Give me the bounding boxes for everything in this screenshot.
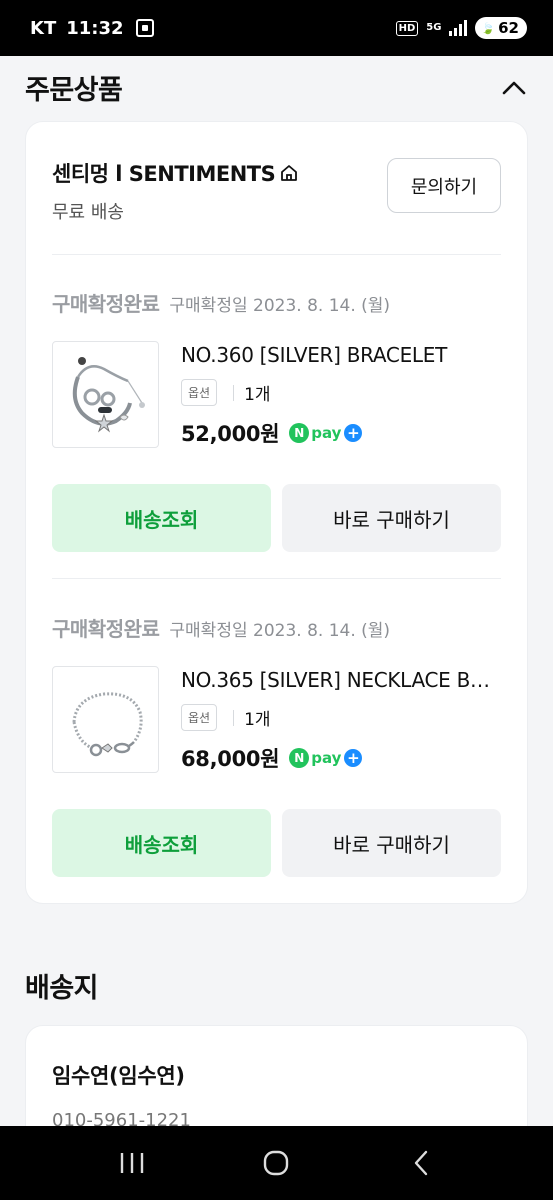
delivery-header: 배송지 — [25, 966, 528, 1005]
store-home-icon — [281, 165, 298, 181]
npay-label: pay — [311, 424, 342, 442]
product-thumbnail[interactable] — [52, 341, 159, 448]
buy-now-button[interactable]: 바로 구매하기 — [282, 484, 501, 552]
price-row: 68,000원 N pay + — [181, 743, 501, 773]
necklace-bracelet-image — [72, 691, 143, 756]
buy-now-button[interactable]: 바로 구매하기 — [282, 809, 501, 877]
quantity: 1개 — [244, 710, 271, 730]
price-row: 52,000원 N pay + — [181, 418, 501, 448]
track-delivery-button[interactable]: 배송조회 — [52, 484, 271, 552]
option-badge: 옵션 — [181, 704, 218, 731]
signal-icon — [449, 20, 468, 36]
separator — [233, 709, 235, 726]
back-button[interactable] — [401, 1143, 441, 1183]
confirm-date: 구매확정일 2023. 8. 14. (월) — [169, 621, 391, 641]
npay-label: pay — [311, 749, 342, 767]
order-status-line: 구매확정완료 구매확정일 2023. 8. 14. (월) — [52, 613, 501, 642]
delivery-title: 배송지 — [25, 973, 99, 1004]
price: 68,000원 — [181, 747, 280, 771]
product-info: NO.360 [SILVER] BRACELET 옵션 1개 52,000원 N… — [181, 341, 501, 448]
plus-icon: + — [344, 749, 363, 767]
delivery-card: 임수연(임수연) 010-5961-1221 — [25, 1025, 528, 1126]
order-status: 구매확정완료 — [52, 292, 160, 316]
inquiry-button[interactable]: 문의하기 — [387, 158, 501, 213]
option-badge: 옵션 — [181, 379, 218, 406]
recent-apps-button[interactable] — [112, 1143, 152, 1183]
chevron-up-icon — [502, 81, 526, 94]
order-items-title: 주문상품 — [25, 75, 123, 106]
screenshot-icon — [135, 19, 154, 37]
order-actions: 배송조회 바로 구매하기 — [52, 809, 501, 877]
order-status: 구매확정완료 — [52, 617, 160, 641]
network-type-icon: 5G — [426, 22, 442, 33]
option-row: 옵션 1개 — [181, 379, 501, 406]
product-row[interactable]: NO.360 [SILVER] BRACELET 옵션 1개 52,000원 N… — [52, 341, 501, 448]
divider — [52, 254, 501, 255]
seller-name: 센티멍 l SENTIMENTS — [52, 162, 276, 186]
collapse-button[interactable] — [500, 74, 528, 102]
order-actions: 배송조회 바로 구매하기 — [52, 484, 501, 552]
status-bar: KT 11:32 HD 5G 🍃 62 — [0, 0, 553, 56]
shipping-fee-note: 무료 배송 — [52, 202, 124, 223]
npay-n-icon: N — [289, 748, 310, 768]
product-info: NO.365 [SILVER] NECKLACE BRACELET 옵션 1개 … — [181, 666, 501, 773]
clock: 11:32 — [66, 17, 124, 39]
home-button[interactable] — [256, 1143, 296, 1183]
battery-indicator: 🍃 62 — [475, 17, 527, 39]
confirm-date: 구매확정일 2023. 8. 14. (월) — [169, 296, 391, 316]
npay-plus-badge: N pay + — [289, 748, 363, 768]
recipient-name: 임수연(임수연) — [52, 1064, 185, 1088]
back-icon — [414, 1150, 428, 1176]
recipient-phone: 010-5961-1221 — [52, 1110, 191, 1126]
home-icon — [264, 1150, 289, 1176]
seller-row: 센티멍 l SENTIMENTS 무료 배송 문의하기 — [52, 158, 501, 224]
npay-plus-badge: N pay + — [289, 423, 363, 443]
scroll-content[interactable]: 주문상품 센티멍 l SENTIMENTS 무료 배송 문의하기 구매확정완료 … — [0, 56, 553, 1126]
plus-icon: + — [344, 424, 363, 442]
product-thumbnail[interactable] — [52, 666, 159, 773]
price: 52,000원 — [181, 422, 280, 446]
carrier-label: KT — [30, 17, 57, 39]
separator — [233, 384, 235, 401]
divider — [52, 578, 501, 579]
seller-link[interactable]: 센티멍 l SENTIMENTS — [52, 158, 299, 188]
product-name[interactable]: NO.365 [SILVER] NECKLACE BRACELET — [181, 668, 501, 692]
hd-voice-icon: HD — [395, 20, 419, 36]
navigation-bar — [0, 1126, 553, 1200]
order-item: 구매확정완료 구매확정일 2023. 8. 14. (월) NO.365 [SI… — [52, 613, 501, 877]
order-items-header: 주문상품 — [25, 68, 528, 107]
recent-apps-icon — [120, 1153, 144, 1173]
battery-saver-icon: 🍃 — [481, 21, 496, 35]
seller-info: 센티멍 l SENTIMENTS 무료 배송 — [52, 158, 299, 224]
option-row: 옵션 1개 — [181, 704, 501, 731]
npay-n-icon: N — [289, 423, 310, 443]
product-row[interactable]: NO.365 [SILVER] NECKLACE BRACELET 옵션 1개 … — [52, 666, 501, 773]
order-item: 구매확정완료 구매확정일 2023. 8. 14. (월) NO.360 [SI… — [52, 288, 501, 552]
track-delivery-button[interactable]: 배송조회 — [52, 809, 271, 877]
quantity: 1개 — [244, 385, 271, 405]
bracelet-image — [72, 356, 145, 432]
order-card: 센티멍 l SENTIMENTS 무료 배송 문의하기 구매확정완료 구매확정일… — [25, 121, 528, 904]
product-name[interactable]: NO.360 [SILVER] BRACELET — [181, 343, 501, 367]
battery-level: 62 — [498, 19, 519, 37]
order-status-line: 구매확정완료 구매확정일 2023. 8. 14. (월) — [52, 288, 501, 317]
